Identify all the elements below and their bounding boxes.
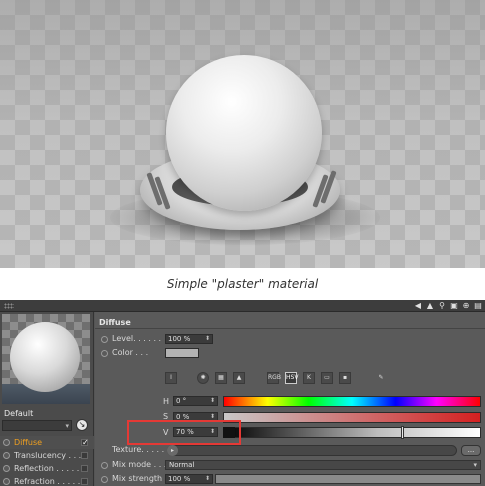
mix-strength-slider[interactable] xyxy=(215,474,481,484)
hue-value: 0 ° xyxy=(176,397,187,405)
texture-browse-button[interactable]: ... xyxy=(461,445,481,456)
channel-checkbox[interactable]: ✓ xyxy=(81,439,89,447)
rgb-mode-button[interactable]: RGB xyxy=(267,372,281,384)
render-image xyxy=(0,0,485,268)
editor-toolbar: ◀ ▲ ⚲ ▣ ⊕ ▤ xyxy=(0,300,485,312)
preview-sphere xyxy=(10,322,80,392)
up-arrow-icon[interactable]: ▲ xyxy=(425,301,435,311)
material-preview-column: Default ▾ ↘ Diffuse ✓ Translucency . . .… xyxy=(0,312,94,486)
spinner-icon[interactable]: ⬍ xyxy=(205,475,210,483)
level-value: 100 % xyxy=(168,335,191,343)
material-preview[interactable] xyxy=(2,314,90,404)
chevron-down-icon: ▾ xyxy=(473,461,477,469)
texture-field[interactable] xyxy=(167,445,457,456)
chevron-down-icon: ▾ xyxy=(65,422,69,430)
color-picker-text-icon[interactable]: I xyxy=(165,372,177,384)
channel-label: Translucency . . . . xyxy=(14,451,87,460)
preview-options-button[interactable]: ↘ xyxy=(76,419,88,431)
hue-label: H xyxy=(163,397,170,406)
image-caption: Simple "plaster" material xyxy=(0,268,485,300)
animate-bullet-icon[interactable] xyxy=(101,462,108,469)
channel-diffuse[interactable]: Diffuse ✓ xyxy=(0,436,94,449)
hue-slider[interactable] xyxy=(223,396,481,407)
highlight-box xyxy=(127,420,241,445)
new-window-icon[interactable]: ⊕ xyxy=(461,301,471,311)
panel-grip-icon[interactable] xyxy=(4,303,14,309)
channel-bullet-icon xyxy=(3,465,10,472)
value-slider[interactable] xyxy=(223,427,481,438)
menu-icon[interactable]: ▤ xyxy=(473,301,483,311)
mixer-icon[interactable]: ▭ xyxy=(321,372,333,384)
channel-checkbox[interactable] xyxy=(81,478,88,485)
channel-refraction[interactable]: Refraction . . . . . xyxy=(0,475,94,486)
spinner-icon[interactable]: ⬍ xyxy=(210,397,215,405)
spectrum-icon[interactable]: ▦ xyxy=(215,372,227,384)
color-wheel-icon[interactable]: ✺ xyxy=(197,372,209,384)
channel-reflection[interactable]: Reflection . . . . . xyxy=(0,462,94,475)
eyedropper-icon[interactable]: ✎ xyxy=(375,372,387,384)
mix-strength-label: Mix strength xyxy=(112,474,163,483)
color-swatch[interactable] xyxy=(165,348,199,358)
search-icon[interactable]: ⚲ xyxy=(437,301,447,311)
lock-icon[interactable]: ▣ xyxy=(449,301,459,311)
swatches-icon[interactable]: ▪ xyxy=(339,372,351,384)
mix-strength-value: 100 % xyxy=(168,475,191,483)
texture-label: Texture. . . . . xyxy=(112,445,165,454)
channel-label: Reflection . . . . . xyxy=(14,464,80,473)
section-divider xyxy=(95,328,485,329)
image-picker-icon[interactable]: ▲ xyxy=(233,372,245,384)
channel-bullet-icon xyxy=(3,439,10,446)
channel-label: Refraction . . . . . xyxy=(14,477,81,486)
channel-bullet-icon xyxy=(3,452,10,459)
channel-checkbox[interactable] xyxy=(81,465,88,472)
value-slider-handle[interactable] xyxy=(401,426,404,439)
color-label: Color . . . xyxy=(112,348,149,357)
material-name: Default xyxy=(4,409,34,418)
mix-mode-value: Normal xyxy=(169,461,195,469)
sphere xyxy=(166,55,322,211)
mix-mode-label: Mix mode . . . xyxy=(112,460,167,469)
mix-strength-field[interactable]: 100 % ⬍ xyxy=(165,474,213,484)
channel-label: Diffuse xyxy=(14,438,43,447)
channel-translucency[interactable]: Translucency . . . . xyxy=(0,449,94,462)
hue-field[interactable]: 0 ° ⬍ xyxy=(173,396,218,406)
preview-type-select[interactable]: ▾ xyxy=(2,420,72,431)
kelvin-mode-button[interactable]: K xyxy=(303,372,315,384)
channel-checkbox[interactable] xyxy=(81,452,88,459)
section-title: Diffuse xyxy=(99,318,131,327)
back-arrow-icon[interactable]: ◀ xyxy=(413,301,423,311)
diffuse-properties-panel: Diffuse Level. . . . . . 100 % ⬍ Color .… xyxy=(95,312,485,486)
level-label: Level. . . . . . xyxy=(112,334,162,343)
channel-bullet-icon xyxy=(3,478,10,485)
spinner-icon[interactable]: ⬍ xyxy=(205,335,210,343)
mix-mode-dropdown[interactable]: Normal ▾ xyxy=(165,460,481,470)
material-editor: ◀ ▲ ⚲ ▣ ⊕ ▤ Default ▾ ↘ Diffuse ✓ Transl… xyxy=(0,300,485,486)
hsv-mode-button[interactable]: HSV xyxy=(285,372,298,384)
texture-arrow-icon[interactable]: ▸ xyxy=(167,445,178,456)
animate-bullet-icon[interactable] xyxy=(101,336,108,343)
animate-bullet-icon[interactable] xyxy=(101,350,108,357)
level-field[interactable]: 100 % ⬍ xyxy=(165,334,213,344)
animate-bullet-icon[interactable] xyxy=(101,476,108,483)
saturation-slider[interactable] xyxy=(223,412,481,423)
